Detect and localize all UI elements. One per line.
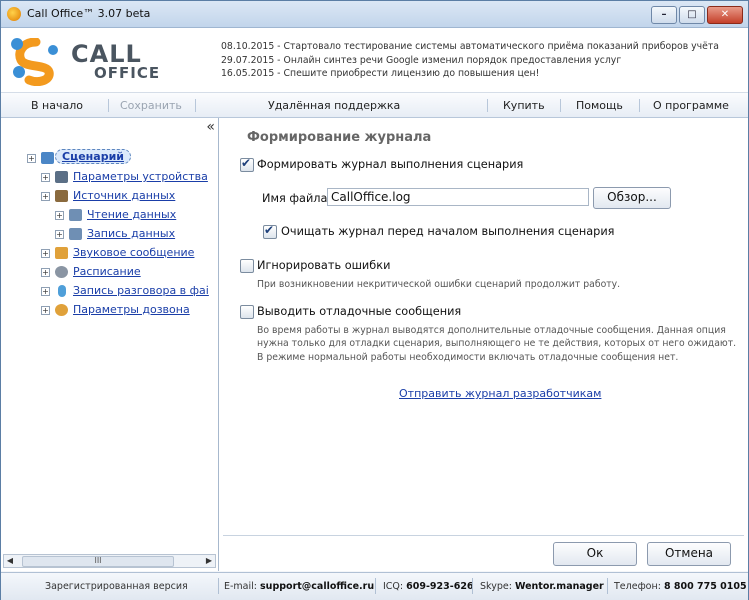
horizontal-scrollbar[interactable]: ◀ III ▶: [3, 554, 216, 568]
tree-expand-icon[interactable]: +: [41, 249, 50, 258]
toolbar-separator: [639, 99, 640, 112]
email-status: E-mail: support@calloffice.ru: [224, 581, 375, 592]
tree-expand-icon[interactable]: +: [41, 306, 50, 315]
tree-expand-icon[interactable]: +: [41, 173, 50, 182]
tree-item-label[interactable]: Сценарий: [55, 149, 131, 164]
send-log-link[interactable]: Отправить журнал разработчикам: [399, 387, 601, 400]
tree-item-label[interactable]: Параметры дозвона: [73, 303, 190, 316]
log-enable-checkbox[interactable]: [240, 156, 254, 172]
filename-input[interactable]: [327, 188, 589, 206]
status-separator: [607, 578, 608, 594]
clear-log-label[interactable]: Очищать журнал перед началом выполнения …: [281, 225, 614, 238]
ok-button[interactable]: Ок: [553, 542, 637, 566]
help-button[interactable]: Помощь: [576, 99, 623, 112]
icq-value: 609-923-626: [406, 581, 474, 592]
registered-status: Зарегистрированная версия: [45, 581, 188, 592]
tree-item-label[interactable]: Запись данных: [87, 227, 175, 240]
tree-expand-icon[interactable]: +: [41, 287, 50, 296]
phone-status: Телефон: 8 800 775 0105: [614, 581, 747, 592]
header: CALL OFFICE 08.10.2015 - Стартовало тест…: [1, 28, 748, 93]
tree-item-label[interactable]: Звуковое сообщение: [73, 246, 194, 259]
database-icon: [55, 190, 68, 202]
status-separator: [472, 578, 473, 594]
main-panel: Формирование журнала Формировать журнал …: [219, 118, 748, 571]
phone-value: 8 800 775 0105: [663, 581, 747, 592]
toolbar: В начало Сохранить Удалённая поддержка К…: [1, 93, 748, 118]
skype-status: Skype: Wentor.manager: [480, 581, 604, 592]
section-title: Формирование журнала: [247, 130, 432, 145]
speaker-icon: [55, 247, 68, 259]
status-separator: [375, 578, 376, 594]
close-button[interactable]: ✕: [707, 6, 743, 24]
cancel-button[interactable]: Отмена: [647, 542, 731, 566]
tree-expand-icon[interactable]: +: [27, 154, 36, 163]
log-enable-label[interactable]: Формировать журнал выполнения сценария: [257, 158, 523, 171]
sidebar-tree: « + Сценарий + Параметры устройства + Ис…: [1, 118, 219, 571]
ignore-errors-checkbox[interactable]: [240, 259, 254, 273]
scroll-left-icon[interactable]: ◀: [4, 555, 16, 567]
ignore-errors-hint: При возникновении некритической ошибки с…: [257, 279, 621, 290]
clear-log-checkbox[interactable]: [263, 223, 277, 239]
home-button[interactable]: В начало: [31, 99, 83, 112]
debug-messages-checkbox[interactable]: [240, 305, 254, 319]
microphone-icon: [58, 285, 66, 297]
title-bar[interactable]: Call Office™ 3.07 beta – □ ✕: [1, 1, 748, 28]
app-window: Call Office™ 3.07 beta – □ ✕ CALL OFFICE…: [0, 0, 749, 600]
news-item[interactable]: 08.10.2015 - Стартовало тестирование сис…: [221, 40, 719, 54]
settings-icon: [55, 304, 68, 316]
window-title: Call Office™ 3.07 beta: [27, 7, 151, 20]
news-list: 08.10.2015 - Стартовало тестирование сис…: [221, 40, 719, 81]
toolbar-separator: [108, 99, 109, 112]
ignore-errors-label[interactable]: Игнорировать ошибки: [257, 259, 390, 272]
tree-item-label[interactable]: Параметры устройства: [73, 170, 208, 183]
about-button[interactable]: О программе: [653, 99, 729, 112]
icq-status: ICQ: 609-923-626: [383, 581, 474, 592]
tree-expand-icon[interactable]: +: [41, 192, 50, 201]
scenario-icon: [41, 152, 54, 164]
minimize-button[interactable]: –: [651, 6, 677, 24]
tree-expand-icon[interactable]: +: [41, 268, 50, 277]
email-value[interactable]: support@calloffice.ru: [260, 581, 374, 592]
logo-text-office: OFFICE: [94, 64, 161, 82]
toolbar-separator: [560, 99, 561, 112]
tree-item-label[interactable]: Чтение данных: [87, 208, 176, 221]
tree-expand-icon[interactable]: +: [55, 230, 64, 239]
scroll-right-icon[interactable]: ▶: [203, 555, 215, 567]
tree-item-label[interactable]: Расписание: [73, 265, 141, 278]
collapse-panel-button[interactable]: «: [206, 119, 215, 135]
tree-item-label[interactable]: Источник данных: [73, 189, 175, 202]
footer-divider: [223, 535, 744, 536]
toolbar-separator: [195, 99, 196, 112]
read-data-icon: [69, 209, 82, 221]
maximize-button[interactable]: □: [679, 6, 705, 24]
save-button[interactable]: Сохранить: [120, 99, 182, 112]
hint-line: нужна только для отладки сценария, выпол…: [257, 338, 737, 350]
write-data-icon: [69, 228, 82, 240]
browse-button[interactable]: Обзор...: [593, 187, 671, 209]
status-separator: [218, 578, 219, 594]
logo-icon: [11, 38, 58, 86]
filename-label: Имя файла:: [262, 192, 332, 205]
toolbar-separator: [487, 99, 488, 112]
skype-value: Wentor.manager: [514, 581, 604, 592]
debug-messages-hint: Во время работы в журнал выводятся допол…: [257, 324, 736, 364]
scroll-thumb[interactable]: III: [22, 556, 174, 567]
news-item[interactable]: 29.07.2015 - Онлайн синтез речи Google и…: [221, 54, 719, 68]
hint-line: Во время работы в журнал выводятся допол…: [257, 325, 726, 336]
debug-messages-label[interactable]: Выводить отладочные сообщения: [257, 305, 461, 318]
app-icon: [7, 7, 21, 21]
buy-button[interactable]: Купить: [503, 99, 545, 112]
device-icon: [55, 171, 68, 183]
clock-icon: [55, 266, 68, 278]
tree-item-label[interactable]: Запись разговора в фаі: [73, 284, 209, 297]
news-item[interactable]: 16.05.2015 - Спешите приобрести лицензию…: [221, 67, 719, 81]
hint-line: В режиме нормальной работы необходимости…: [257, 351, 679, 363]
remote-support-button[interactable]: Удалённая поддержка: [268, 99, 400, 112]
tree-expand-icon[interactable]: +: [55, 211, 64, 220]
status-bar: Зарегистрированная версия E-mail: suppor…: [1, 572, 748, 600]
